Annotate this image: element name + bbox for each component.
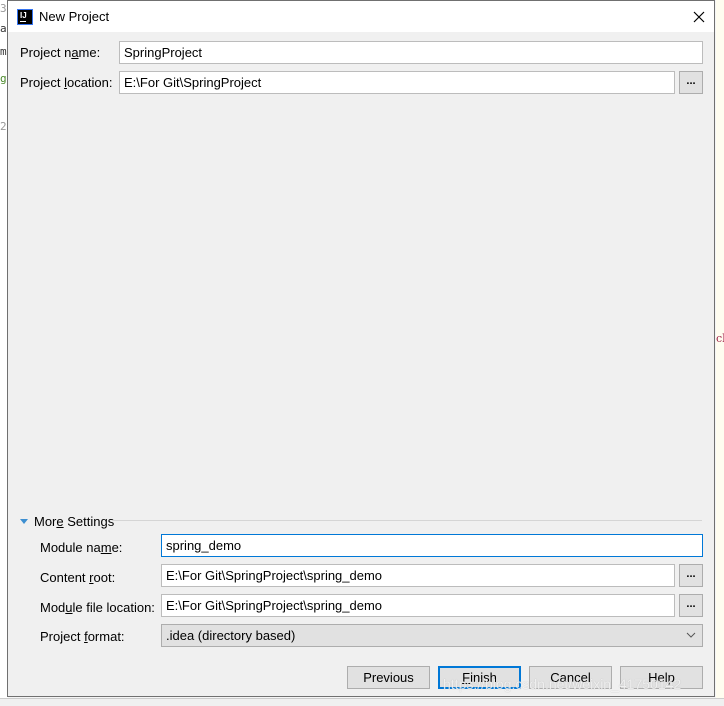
- content-root-browse-button[interactable]: ...: [679, 564, 703, 587]
- new-project-dialog: IJ New Project Project name: Project loc…: [7, 0, 715, 697]
- project-format-label: Project format:: [40, 629, 125, 644]
- project-location-label: Project location:: [20, 75, 113, 90]
- background-fragment: 3: [0, 2, 7, 15]
- previous-button[interactable]: Previous: [347, 666, 430, 689]
- background-fragment: a: [0, 22, 7, 35]
- background-fragment: g: [0, 72, 7, 85]
- expand-triangle-icon: [20, 519, 28, 524]
- finish-button[interactable]: Finish: [438, 666, 521, 689]
- title-bar: IJ New Project: [8, 1, 714, 32]
- help-button[interactable]: Help: [620, 666, 703, 689]
- background-fragment: ch: [716, 332, 724, 345]
- close-button[interactable]: [684, 1, 714, 32]
- project-format-select[interactable]: .idea (directory based): [161, 624, 703, 647]
- module-file-location-input[interactable]: [161, 594, 675, 617]
- content-root-input[interactable]: [161, 564, 675, 587]
- module-name-label: Module name:: [40, 540, 123, 555]
- cancel-button[interactable]: Cancel: [529, 666, 612, 689]
- dialog-title: New Project: [39, 9, 110, 24]
- more-settings-toggle[interactable]: More Settings: [20, 514, 114, 529]
- project-location-input[interactable]: [119, 71, 675, 94]
- project-name-input[interactable]: [119, 41, 703, 64]
- close-icon: [693, 11, 705, 22]
- project-name-label: Project name:: [20, 45, 101, 60]
- more-settings-separator: [112, 520, 702, 521]
- project-location-browse-button[interactable]: ...: [679, 71, 703, 94]
- more-settings-label: More Settings: [34, 514, 115, 529]
- intellij-icon: IJ: [17, 8, 33, 25]
- background-ide-right: [716, 0, 724, 705]
- background-fragment: m: [0, 45, 7, 58]
- module-file-location-browse-button[interactable]: ...: [679, 594, 703, 617]
- project-format-value: .idea (directory based): [166, 628, 296, 643]
- module-file-location-label: Module file location:: [40, 600, 155, 615]
- content-root-label: Content root:: [40, 570, 116, 585]
- module-name-input[interactable]: [161, 534, 703, 557]
- chevron-down-icon: [686, 625, 696, 654]
